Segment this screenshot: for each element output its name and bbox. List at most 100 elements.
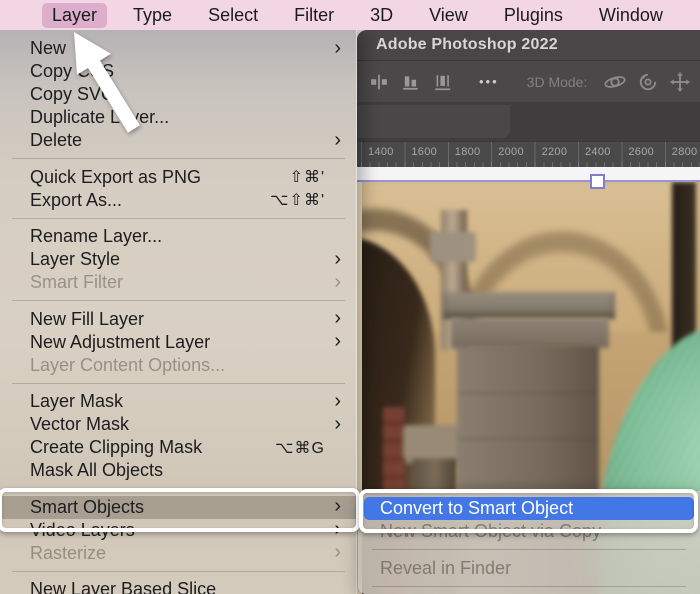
photo-thin-capital [430, 232, 476, 262]
ruler-tick-label: 1600 [411, 146, 438, 158]
roll-3d-icon[interactable] [637, 71, 659, 93]
menu-separator [12, 382, 345, 384]
menu-item-mask-all-objects[interactable]: Mask All Objects [0, 459, 357, 482]
menu-separator [12, 158, 345, 160]
menu-item-label: Copy SVG [30, 84, 116, 104]
menu-separator [12, 217, 345, 219]
menu-item-label: Delete [30, 130, 83, 150]
canvas-background [357, 167, 700, 180]
distribute-horizontal-icon[interactable] [369, 71, 389, 93]
menu-item-new[interactable]: New › [0, 37, 357, 60]
menubar-item-help[interactable]: Help [689, 3, 700, 28]
document-tab[interactable] [357, 105, 510, 138]
menu-item-label: Rasterize [30, 542, 107, 563]
menu-item-label: Layer Style [30, 249, 121, 269]
menu-item-duplicate-layer[interactable]: Duplicate Layer... [0, 106, 357, 129]
menu-item-shortcut: ⌥⇧⌘' [270, 192, 325, 209]
menu-item-smart-objects[interactable]: Smart Objects › [0, 495, 357, 519]
photo-pier-cornice-top [443, 292, 615, 319]
menu-item-label: Smart Objects [30, 496, 145, 517]
menu-item-delete[interactable]: Delete › [0, 129, 357, 152]
chevron-right-icon: › [334, 270, 341, 293]
layer-menu-panel: New › Copy CSS Copy SVG Duplicate Layer... De… [0, 30, 357, 594]
menu-item-layer-content-options: Layer Content Options... [0, 354, 357, 377]
chevron-right-icon: › [334, 307, 341, 329]
menu-item-layer-mask[interactable]: Layer Mask › [0, 390, 357, 413]
ruler-tick-label: 2400 [585, 146, 611, 158]
menubar: Layer Type Select Filter 3D View Plugins Window… [0, 0, 700, 30]
transform-handle[interactable] [590, 174, 605, 189]
menu-item-label: Rename Layer... [30, 226, 163, 246]
chevron-right-icon: › [334, 541, 341, 563]
align-bottom-edges-icon[interactable] [401, 71, 421, 93]
menu-item-label: New Layer Based Slice [30, 579, 217, 594]
menu-item-label: Vector Mask [30, 414, 130, 434]
chevron-right-icon: › [334, 128, 341, 151]
menu-separator [372, 549, 686, 551]
menu-item-label: New Smart Object via Copy [380, 521, 602, 541]
menu-item-convert-to-smart-object[interactable]: Convert to Smart Object [364, 497, 694, 520]
menu-item-quick-export-as-png[interactable]: Quick Export as PNG ⇧⌘' [0, 166, 357, 189]
menubar-item-plugins[interactable]: Plugins [494, 3, 573, 28]
menubar-item-window[interactable]: Window [589, 3, 673, 28]
window-title: Adobe Photoshop 2022 [376, 36, 558, 53]
more-options-icon[interactable]: ••• [479, 74, 499, 89]
menu-item-label: Layer Content Options... [30, 354, 226, 375]
chevron-right-icon: › [334, 518, 341, 540]
smart-objects-submenu: Convert to Smart Object New Smart Object … [358, 491, 700, 594]
menubar-item-select[interactable]: Select [198, 3, 268, 28]
menu-item-copy-svg[interactable]: Copy SVG [0, 83, 357, 106]
menu-item-new-fill-layer[interactable]: New Fill Layer › [0, 308, 357, 331]
menu-item-shortcut: ⌥⌘G [275, 439, 325, 457]
document-tab-bar [357, 102, 700, 141]
orbit-3d-icon[interactable] [603, 71, 627, 93]
menubar-item-view[interactable]: View [419, 3, 478, 28]
menu-item-rename-layer[interactable]: Rename Layer... [0, 225, 357, 248]
menu-item-label: Reveal in Finder [380, 557, 512, 578]
menu-item-video-layers[interactable]: Video Layers › [0, 519, 357, 542]
menu-item-label: New Adjustment Layer [30, 331, 211, 352]
menu-item-vector-mask[interactable]: Vector Mask › [0, 413, 357, 436]
menubar-item-type[interactable]: Type [123, 3, 182, 28]
menu-item-label: New Fill Layer [30, 308, 145, 329]
menubar-item-layer[interactable]: Layer [42, 2, 108, 28]
chevron-right-icon: › [334, 389, 341, 412]
chevron-right-icon: › [334, 36, 341, 59]
menu-item-label: Mask All Objects [30, 460, 164, 480]
menu-item-new-adjustment-layer[interactable]: New Adjustment Layer › [0, 331, 357, 354]
ruler-tick-label: 1800 [454, 146, 481, 158]
ruler-tick-label: 2600 [628, 146, 655, 158]
menu-item-label: Quick Export as PNG [30, 166, 202, 187]
chevron-right-icon: › [334, 330, 341, 352]
photo-pier-cornice [451, 318, 609, 348]
chevron-right-icon: › [334, 412, 341, 435]
menu-item-label: Duplicate Layer... [30, 107, 170, 127]
menu-item-shortcut: ⇧⌘' [289, 169, 325, 186]
ruler-tick-label: 2200 [541, 146, 568, 158]
horizontal-ruler: 1400 1600 1800 2000 2200 2400 2600 2800 [357, 141, 700, 169]
menubar-item-filter[interactable]: Filter [284, 3, 344, 28]
menu-item-label: Export As... [30, 189, 123, 210]
ruler-tick-label: 2000 [498, 146, 524, 158]
menu-item-copy-css[interactable]: Copy CSS [0, 60, 357, 83]
options-toolbar: ••• 3D Mode: [357, 61, 700, 103]
menu-item-new-smart-object-via-copy: New Smart Object via Copy [358, 520, 700, 543]
menu-item-reveal-in-finder: Reveal in Finder [358, 557, 700, 580]
chevron-right-icon: › [334, 495, 341, 517]
menu-item-new-layer-based-slice[interactable]: New Layer Based Slice [0, 578, 357, 594]
pan-3d-icon[interactable] [669, 71, 691, 93]
menu-item-create-clipping-mask[interactable]: Create Clipping Mask ⌥⌘G [0, 436, 357, 459]
menu-item-export-as[interactable]: Export As... ⌥⇧⌘' [0, 189, 357, 212]
menu-separator [12, 488, 345, 490]
ruler-tick-label: 1400 [368, 146, 394, 158]
menubar-item-3d[interactable]: 3D [360, 3, 403, 28]
chevron-right-icon: › [334, 247, 341, 270]
menu-item-rasterize: Rasterize › [0, 542, 357, 565]
menu-item-label: Convert to Smart Object [380, 498, 574, 518]
menu-item-label: Create Clipping Mask [30, 437, 203, 457]
menu-separator [12, 570, 345, 572]
align-horizontal-centers-icon[interactable] [433, 71, 453, 93]
menu-item-layer-style[interactable]: Layer Style › [0, 248, 357, 271]
ruler-tick-label: 2800 [671, 146, 698, 158]
menu-separator [372, 585, 686, 587]
